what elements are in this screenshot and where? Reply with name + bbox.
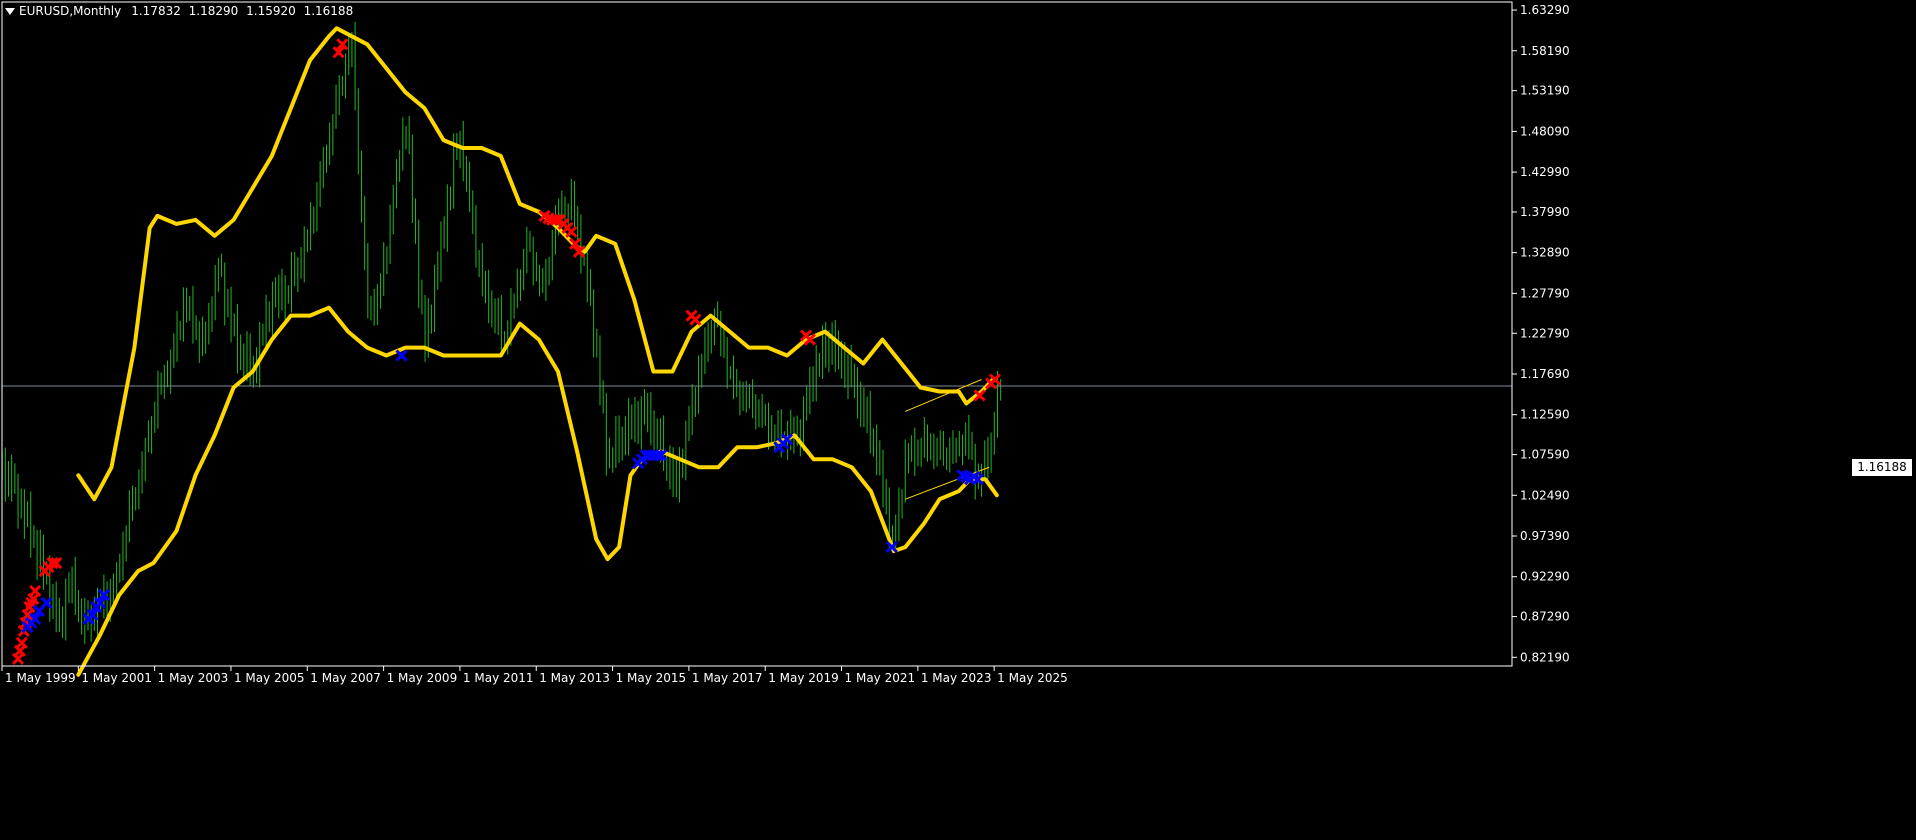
plot-frame — [1, 1, 1513, 667]
y-tick-label: 0.82190 — [1520, 650, 1570, 664]
high-value: 1.18290 — [188, 4, 239, 18]
y-tick-label: 1.02490 — [1520, 488, 1570, 502]
x-tick-label: 1 May 1999 — [5, 671, 76, 685]
low-value: 1.15920 — [246, 4, 296, 18]
dropdown-triangle-icon[interactable] — [5, 7, 15, 15]
y-tick-label: 1.37990 — [1520, 205, 1570, 219]
y-tick-label: 0.92290 — [1520, 570, 1570, 584]
x-tick-label: 1 May 2003 — [158, 671, 229, 685]
chart-window: 1.63290 1.58190 1.53190 1.48090 1.42990 1.379… — [0, 0, 1916, 840]
symbol-label: EURUSD,Monthly — [19, 4, 122, 18]
y-tick-label: 1.42990 — [1520, 165, 1570, 179]
y-tick-label: 1.17690 — [1520, 367, 1570, 381]
sell-mark — [565, 225, 578, 238]
lower-band-line — [76, 305, 999, 677]
y-tick-label: 1.53190 — [1520, 84, 1570, 98]
y-tick-label: 1.12590 — [1520, 408, 1570, 422]
chart-header: EURUSD,Monthly 1.17832 1.18290 1.15920 1… — [5, 4, 357, 18]
close-value: 1.16188 — [303, 4, 354, 18]
x-tick-label: 1 May 2009 — [387, 671, 458, 685]
x-tick-label: 1 May 2015 — [616, 671, 687, 685]
y-tick-label: 1.48090 — [1520, 124, 1570, 138]
x-tick-label: 1 May 2013 — [539, 671, 610, 685]
x-tick-label: 1 May 2011 — [463, 671, 534, 685]
x-tick-label: 1 May 2023 — [921, 671, 992, 685]
plot-area — [1, 21, 1512, 677]
x-tick-label: 1 May 2001 — [81, 671, 152, 685]
y-tick-label: 1.27790 — [1520, 286, 1570, 300]
sell-mark — [689, 313, 702, 326]
current-price-tag: 1.16188 — [1852, 459, 1912, 476]
y-tick-label: 1.58190 — [1520, 44, 1570, 58]
ohlc-values: 1.17832 1.18290 1.15920 1.16188 — [131, 4, 357, 18]
x-tick-label: 1 May 2025 — [997, 671, 1068, 685]
x-tick-label: 1 May 2019 — [768, 671, 839, 685]
y-tick-label: 1.22790 — [1520, 326, 1570, 340]
y-tick-label: 1.32890 — [1520, 246, 1570, 260]
x-tick-label: 1 May 2007 — [310, 671, 381, 685]
x-tick-label: 1 May 2017 — [692, 671, 763, 685]
y-tick-label: 1.63290 — [1520, 3, 1570, 17]
buy-mark — [395, 349, 408, 362]
price-chart: 1.63290 1.58190 1.53190 1.48090 1.42990 1.379… — [1, 1, 1570, 685]
sell-mark — [15, 636, 28, 649]
open-value: 1.17832 — [131, 4, 181, 18]
x-tick-label: 1 May 2021 — [845, 671, 916, 685]
price-bars — [1, 21, 1002, 644]
y-tick-label: 1.07590 — [1520, 448, 1570, 462]
sell-mark — [29, 584, 42, 598]
x-tick-label: 1 May 2005 — [234, 671, 305, 685]
y-tick-label: 0.97390 — [1520, 529, 1570, 543]
y-tick-label: 0.87290 — [1520, 610, 1570, 624]
